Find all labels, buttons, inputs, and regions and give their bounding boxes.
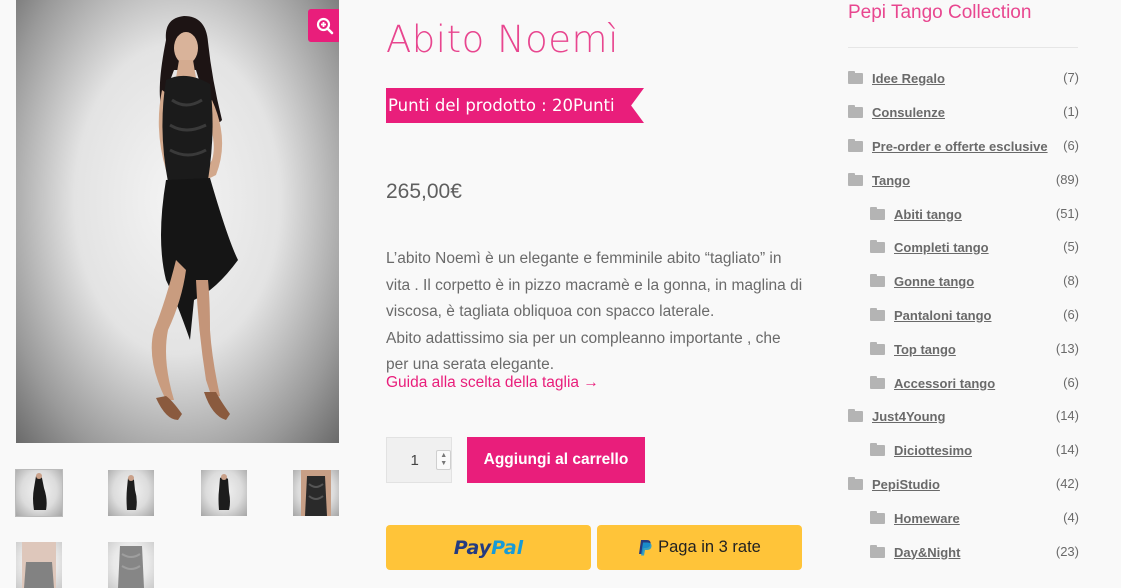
category-link[interactable]: Homeware: [894, 511, 960, 526]
paypal-logo-left: Pay: [453, 536, 492, 559]
folder-icon: [848, 476, 863, 490]
category-item-day-night[interactable]: Day&Night: [870, 542, 960, 562]
quantity-stepper[interactable]: ▲ ▼: [436, 450, 451, 470]
paypal-logo-right: Pal: [491, 536, 524, 559]
category-count: (42): [1055, 476, 1079, 491]
category-item-gonne-tango[interactable]: Gonne tango: [870, 271, 974, 291]
quantity-value[interactable]: 1: [387, 452, 436, 469]
folder-icon: [870, 273, 885, 287]
category-item-completi-tango[interactable]: Completi tango: [870, 237, 989, 257]
category-count: (6): [1063, 375, 1079, 390]
zoom-in-icon: [316, 17, 333, 34]
folder-icon: [870, 375, 885, 389]
folder-icon: [870, 544, 885, 558]
folder-icon: [870, 442, 885, 456]
folder-icon: [870, 206, 885, 220]
paypal-logo: PayPal: [454, 537, 523, 559]
category-item-diciottesimo[interactable]: Diciottesimo: [870, 440, 972, 460]
category-count: (6): [1063, 138, 1079, 153]
category-count: (8): [1063, 273, 1079, 288]
category-count: (14): [1055, 408, 1079, 423]
pay-in-3-label: Paga in 3 rate: [658, 538, 761, 556]
folder-icon: [848, 70, 863, 84]
thumbnail-6[interactable]: [108, 542, 154, 588]
category-link[interactable]: Top tango: [894, 342, 956, 357]
category-item-consulenze[interactable]: Consulenze: [848, 102, 945, 122]
sidebar-divider: [848, 47, 1078, 48]
category-item-just4young[interactable]: Just4Young: [848, 406, 945, 426]
product-price: 265,00€: [386, 180, 462, 203]
folder-icon: [848, 138, 863, 152]
category-item-accessori-tango[interactable]: Accessori tango: [870, 373, 995, 393]
category-link[interactable]: Completi tango: [894, 240, 989, 255]
paypal-p-icon: [639, 540, 652, 556]
dancer-photo: [151, 16, 238, 420]
category-item-idee-regalo[interactable]: Idee Regalo: [848, 68, 945, 88]
folder-icon: [848, 172, 863, 186]
category-count: (7): [1063, 70, 1079, 85]
category-count: (23): [1055, 544, 1079, 559]
paypal-button[interactable]: PayPal: [386, 525, 591, 570]
size-guide-link[interactable]: Guida alla scelta della taglia →: [386, 374, 599, 392]
category-item-pepistudio[interactable]: PepiStudio: [848, 474, 940, 494]
sidebar-widget-title: Pepi Tango Collection: [848, 2, 1032, 23]
category-item-tango[interactable]: Tango: [848, 170, 910, 190]
zoom-button[interactable]: [308, 9, 339, 42]
thumbnail-3[interactable]: [201, 470, 247, 516]
category-count: (89): [1055, 172, 1079, 187]
folder-icon: [848, 408, 863, 422]
category-count: (1): [1063, 104, 1079, 119]
category-count: (51): [1055, 206, 1079, 221]
product-description: L’abito Noemì è un elegante e femminile …: [386, 246, 806, 379]
category-link[interactable]: Pantaloni tango: [894, 308, 992, 323]
category-item-pre-order[interactable]: Pre-order e offerte esclusive: [848, 136, 1048, 156]
product-title: Abito Noemì: [386, 18, 619, 61]
folder-icon: [870, 239, 885, 253]
add-to-cart-button[interactable]: Aggiungi al carrello: [467, 437, 645, 483]
category-link[interactable]: Diciottesimo: [894, 443, 972, 458]
product-main-image[interactable]: [16, 0, 339, 443]
category-item-abiti-tango[interactable]: Abiti tango: [870, 204, 962, 224]
folder-icon: [870, 510, 885, 524]
product-points-banner: Punti del prodotto : 20Punti: [386, 88, 644, 123]
category-link[interactable]: Day&Night: [894, 545, 960, 560]
chevron-up-icon[interactable]: ▲: [440, 452, 447, 460]
category-count: (4): [1063, 510, 1079, 525]
category-link[interactable]: PepiStudio: [872, 477, 940, 492]
category-count: (14): [1055, 442, 1079, 457]
category-link[interactable]: Tango: [872, 173, 910, 188]
category-link[interactable]: Abiti tango: [894, 207, 962, 222]
category-item-homeware[interactable]: Homeware: [870, 508, 960, 528]
category-link[interactable]: Just4Young: [872, 409, 945, 424]
thumbnail-4[interactable]: [293, 470, 339, 516]
folder-icon: [870, 341, 885, 355]
category-link[interactable]: Accessori tango: [894, 376, 995, 391]
folder-icon: [848, 104, 863, 118]
category-link[interactable]: Idee Regalo: [872, 71, 945, 86]
pay-in-3-button[interactable]: Paga in 3 rate: [597, 525, 802, 570]
category-link[interactable]: Pre-order e offerte esclusive: [872, 139, 1048, 154]
category-link[interactable]: Gonne tango: [894, 274, 974, 289]
category-count: (13): [1055, 341, 1079, 356]
chevron-down-icon[interactable]: ▼: [440, 460, 447, 468]
thumbnail-2[interactable]: [108, 470, 154, 516]
category-count: (5): [1063, 239, 1079, 254]
category-link[interactable]: Consulenze: [872, 105, 945, 120]
category-item-top-tango[interactable]: Top tango: [870, 339, 956, 359]
thumbnail-1[interactable]: [16, 470, 62, 516]
quantity-input[interactable]: 1 ▲ ▼: [386, 437, 452, 483]
category-item-pantaloni-tango[interactable]: Pantaloni tango: [870, 305, 992, 325]
description-paragraph: L’abito Noemì è un elegante e femminile …: [386, 250, 803, 320]
thumbnail-5[interactable]: [16, 542, 62, 588]
category-count: (6): [1063, 307, 1079, 322]
description-paragraph: Abito adattissimo sia per un compleanno …: [386, 329, 781, 374]
folder-icon: [870, 307, 885, 321]
